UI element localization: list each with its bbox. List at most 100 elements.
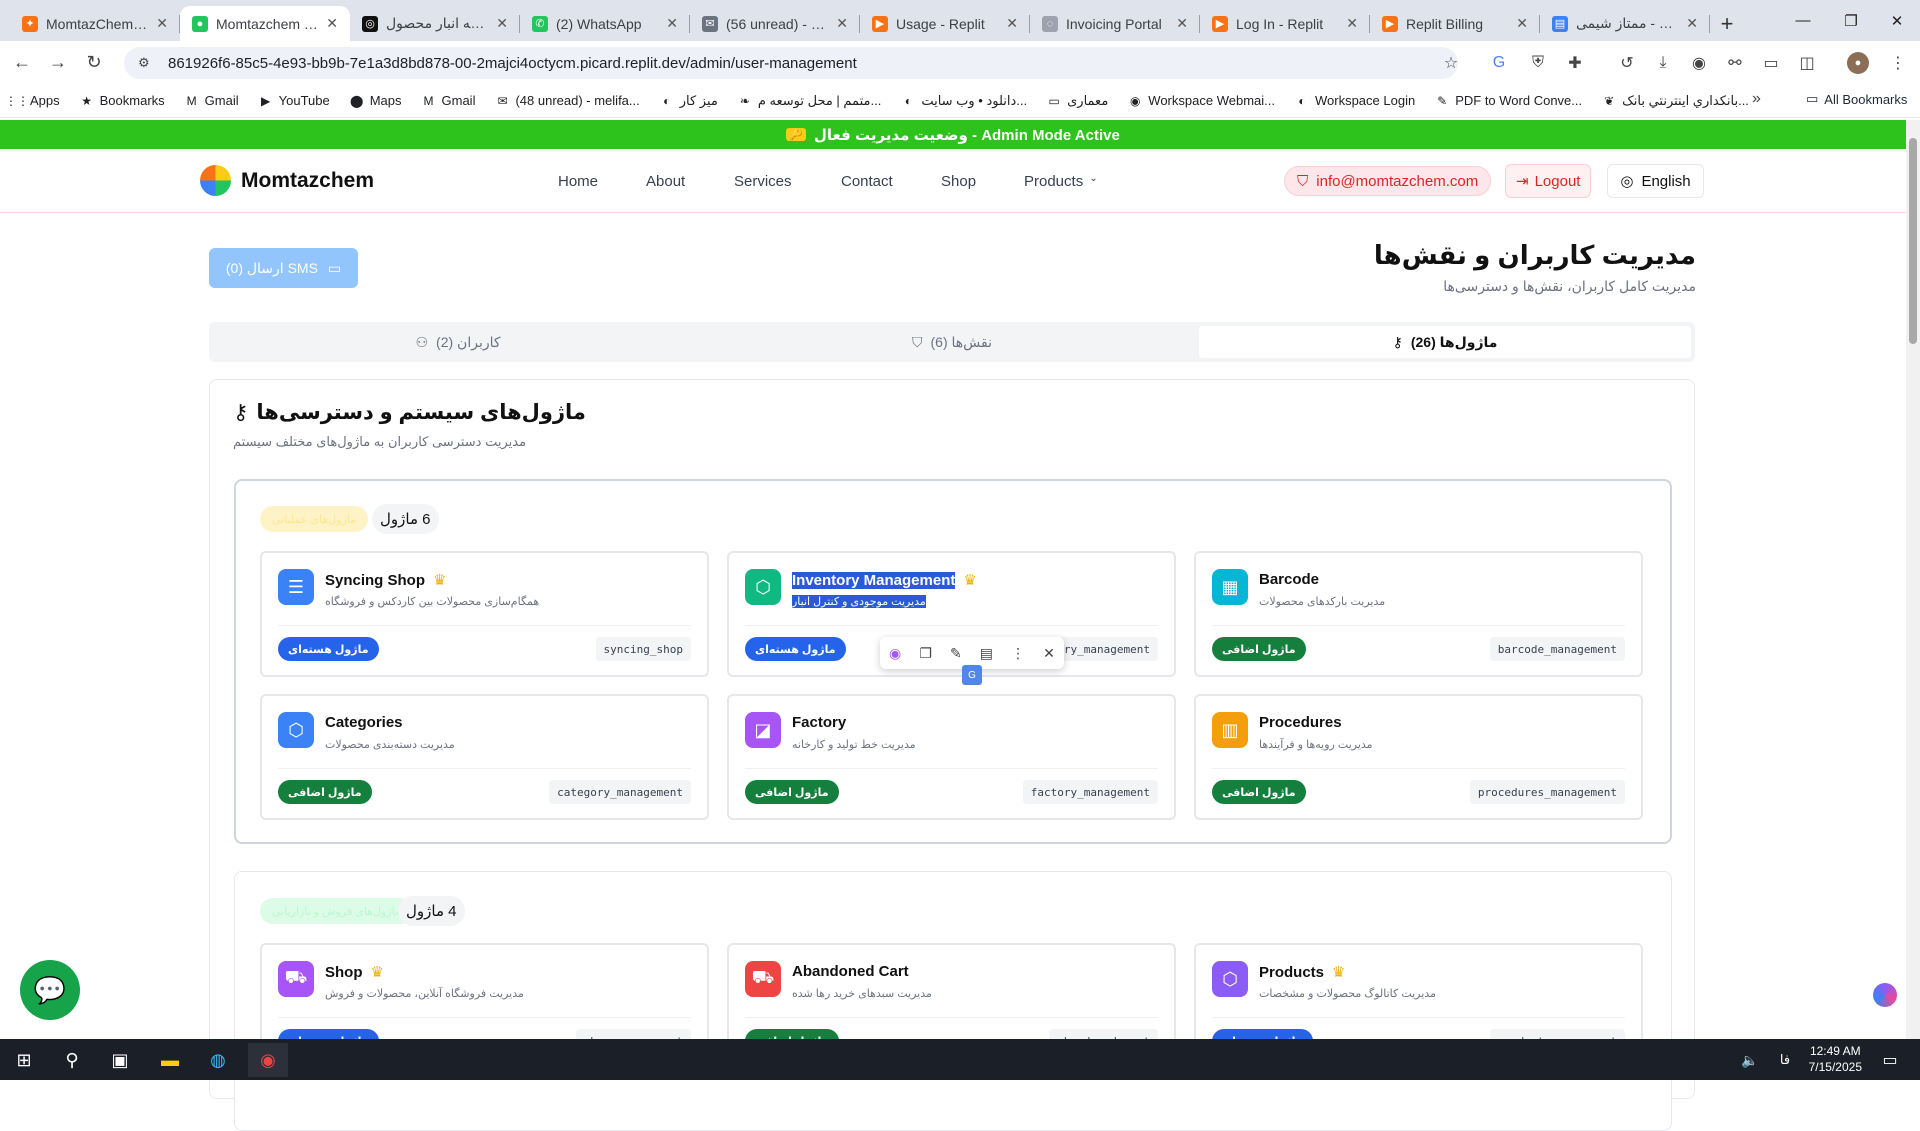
copy-icon[interactable]: ❐ [919, 645, 932, 662]
back-icon[interactable]: ← [4, 45, 40, 81]
nav-contact[interactable]: Contact [841, 173, 893, 190]
module-title-row: Inventory Management ♛ [792, 571, 977, 589]
tab-close-icon[interactable]: ✕ [1006, 15, 1018, 32]
reload-icon[interactable]: ↻ [76, 45, 112, 81]
input-language[interactable]: فا [1765, 1043, 1805, 1077]
reading-icon[interactable]: ▭ [1757, 49, 1785, 77]
highlight-icon[interactable]: ✎ [950, 645, 962, 662]
language-button[interactable]: ◎ English [1607, 164, 1704, 198]
bookmark-star-icon[interactable]: ☆ [1437, 49, 1465, 77]
file-explorer-icon[interactable]: ▬ [150, 1043, 190, 1077]
bookmark-item[interactable]: ◐ میز کار [660, 93, 718, 109]
link-icon[interactable]: ⚯ [1721, 49, 1749, 77]
email-pill[interactable]: ⛉ info@momtazchem.com [1284, 166, 1492, 196]
site-logo[interactable]: Momtazchem [200, 165, 374, 196]
tab-modules[interactable]: ماژول‌ها (26) ⚷ [1199, 326, 1691, 358]
nav-services[interactable]: Services [734, 173, 792, 190]
module-card[interactable]: ▥ Procedures مدیریت رویه‌ها و فرآیندها ماژو… [1194, 694, 1643, 820]
sidepanel-icon[interactable]: ◫ [1793, 49, 1821, 77]
tab-close-icon[interactable]: ✕ [326, 15, 338, 32]
tab-close-icon[interactable]: ✕ [156, 15, 168, 32]
bookmark-item[interactable]: ▶ YouTube [259, 93, 330, 108]
tab-close-icon[interactable]: ✕ [496, 15, 508, 32]
site-info-icon[interactable]: ⚙ [138, 55, 154, 71]
translate-icon[interactable]: G [1485, 49, 1513, 77]
bookmark-item[interactable]: ◐ دانلود • وب سایت... [901, 93, 1027, 109]
bookmark-item[interactable]: ★ Bookmarks [80, 93, 164, 108]
all-bookmarks[interactable]: ▭ All Bookmarks [1806, 91, 1907, 107]
tab-close-icon[interactable]: ✕ [1176, 15, 1188, 32]
task-view-icon[interactable]: ▣ [100, 1043, 140, 1077]
page-scrollbar[interactable] [1906, 120, 1920, 1039]
bookmark-item[interactable]: ✎ PDF to Word Conve... [1435, 93, 1582, 108]
ai-icon[interactable]: ◉ [889, 645, 901, 662]
tab-close-icon[interactable]: ✕ [1686, 15, 1698, 32]
tab-roles[interactable]: نقش‌ها (6) ⛉ [707, 326, 1197, 358]
restore-icon[interactable]: ❐ [1828, 0, 1874, 41]
chat-widget-button[interactable]: 💬 [20, 960, 80, 1020]
tab-users[interactable]: کاربران (2) ⚇ [213, 326, 703, 358]
translate-badge-icon[interactable]: G [962, 665, 982, 685]
nav-products[interactable]: Products ⌄ [1024, 173, 1098, 190]
bookmark-item[interactable]: ✉ (48 unread) - melifa... [495, 93, 639, 108]
browser-tab[interactable]: ✉ (56 unread) - Inbo ✕ [690, 6, 860, 41]
bookmark-item[interactable]: M Gmail [422, 93, 476, 108]
browser-tab[interactable]: ◌ Invoicing Portal ✕ [1030, 6, 1200, 41]
tab-close-icon[interactable]: ✕ [666, 15, 678, 32]
module-card[interactable]: ☰ Syncing Shop ♛ همگام‌سازی محصولات بین کار… [260, 551, 709, 677]
new-tab-icon[interactable]: + [1710, 6, 1744, 41]
bookmark-item[interactable]: ▭ معماری [1047, 93, 1108, 109]
menu-icon[interactable]: ⋮ [1884, 49, 1912, 77]
module-card[interactable]: ◪ Factory مدیریت خط تولید و کارخانه ماژول ا… [727, 694, 1176, 820]
module-card[interactable]: ⬡ Categories مدیریت دسته‌بندی محصولات ماژول… [260, 694, 709, 820]
search-icon[interactable]: ⚲ [52, 1043, 92, 1077]
browser-tab[interactable]: ▤ ممتاز شیمی - Docs ✕ [1540, 6, 1710, 41]
browser-tab[interactable]: ▶ Replit Billing ✕ [1370, 6, 1540, 41]
screenshot-icon[interactable]: ◉ [1685, 49, 1713, 77]
note-icon[interactable]: ▤ [980, 645, 993, 662]
browser-tab[interactable]: ◎ ترجمه انبار محصول ✕ [350, 6, 520, 41]
volume-muted-icon[interactable]: 🔈 [1730, 1043, 1770, 1077]
assistant-floating-icon[interactable] [1873, 983, 1897, 1007]
chrome-icon[interactable]: ◉ [248, 1043, 288, 1077]
profile-avatar[interactable]: ● [1847, 52, 1869, 74]
logout-button[interactable]: ⇥ Logout [1505, 164, 1592, 198]
tab-close-icon[interactable]: ✕ [1346, 15, 1358, 32]
browser-tab[interactable]: ▶ Log In - Replit ✕ [1200, 6, 1370, 41]
nav-shop[interactable]: Shop [941, 173, 976, 190]
edge-icon[interactable]: ◍ [198, 1043, 238, 1077]
notification-icon[interactable]: ▭ [1870, 1043, 1910, 1077]
bookmark-item[interactable]: ⋮⋮ Apps [5, 93, 60, 108]
more-bookmarks-icon[interactable]: » [1752, 90, 1761, 108]
module-card[interactable]: ▦ Barcode مدیریت بارکدهای محصولات ماژول اضا… [1194, 551, 1643, 677]
bookmark-item[interactable]: ◐ Workspace Login [1295, 93, 1415, 108]
extension-shield-icon[interactable]: ⛨ [1524, 49, 1552, 77]
browser-tab[interactable]: ✦ MomtazChemWe ✕ [10, 6, 180, 41]
minimize-icon[interactable]: — [1780, 0, 1826, 41]
taskbar-clock[interactable]: 12:49 AM 7/15/2025 [1809, 1043, 1862, 1075]
tab-close-icon[interactable]: ✕ [836, 15, 848, 32]
windows-start-icon[interactable]: ⊞ [4, 1043, 44, 1077]
more-icon[interactable]: ⋮ [1011, 645, 1025, 662]
send-sms-button[interactable]: ارسال (0) SMS ▭ [209, 248, 358, 288]
bookmark-item[interactable]: ❧ متمم | محل توسعه م... [738, 93, 881, 109]
bookmark-item[interactable]: ◉ Workspace Webmai... [1128, 93, 1275, 108]
extensions-icon[interactable]: ✚ [1561, 49, 1589, 77]
browser-tab[interactable]: ✆ (2) WhatsApp ✕ [520, 6, 690, 41]
history-icon[interactable]: ↺ [1613, 49, 1641, 77]
download-icon[interactable]: ⤓ [1649, 49, 1677, 77]
forward-icon[interactable]: → [40, 45, 76, 81]
bookmark-item[interactable]: ⬤ Maps [350, 93, 402, 108]
nav-about[interactable]: About [646, 173, 685, 190]
bookmark-item[interactable]: M Gmail [185, 93, 239, 108]
tab-close-icon[interactable]: ✕ [1516, 15, 1528, 32]
bookmark-item[interactable]: ❦ بانکداري اینترنتي بانک... [1602, 93, 1749, 109]
scrollbar-thumb[interactable] [1909, 138, 1917, 344]
nav-home[interactable]: Home [558, 173, 598, 190]
address-bar[interactable]: ⚙ 861926f6-85c5-4e93-bb9b-7e1a3d8bd878-0… [124, 47, 1458, 79]
browser-tab[interactable]: ● Momtazchem - Le ✕ [180, 6, 350, 41]
card-divider [745, 768, 1158, 769]
close-icon[interactable]: ✕ [1043, 645, 1055, 662]
close-window-icon[interactable]: ✕ [1874, 0, 1920, 41]
browser-tab[interactable]: ▶ Usage - Replit ✕ [860, 6, 1030, 41]
